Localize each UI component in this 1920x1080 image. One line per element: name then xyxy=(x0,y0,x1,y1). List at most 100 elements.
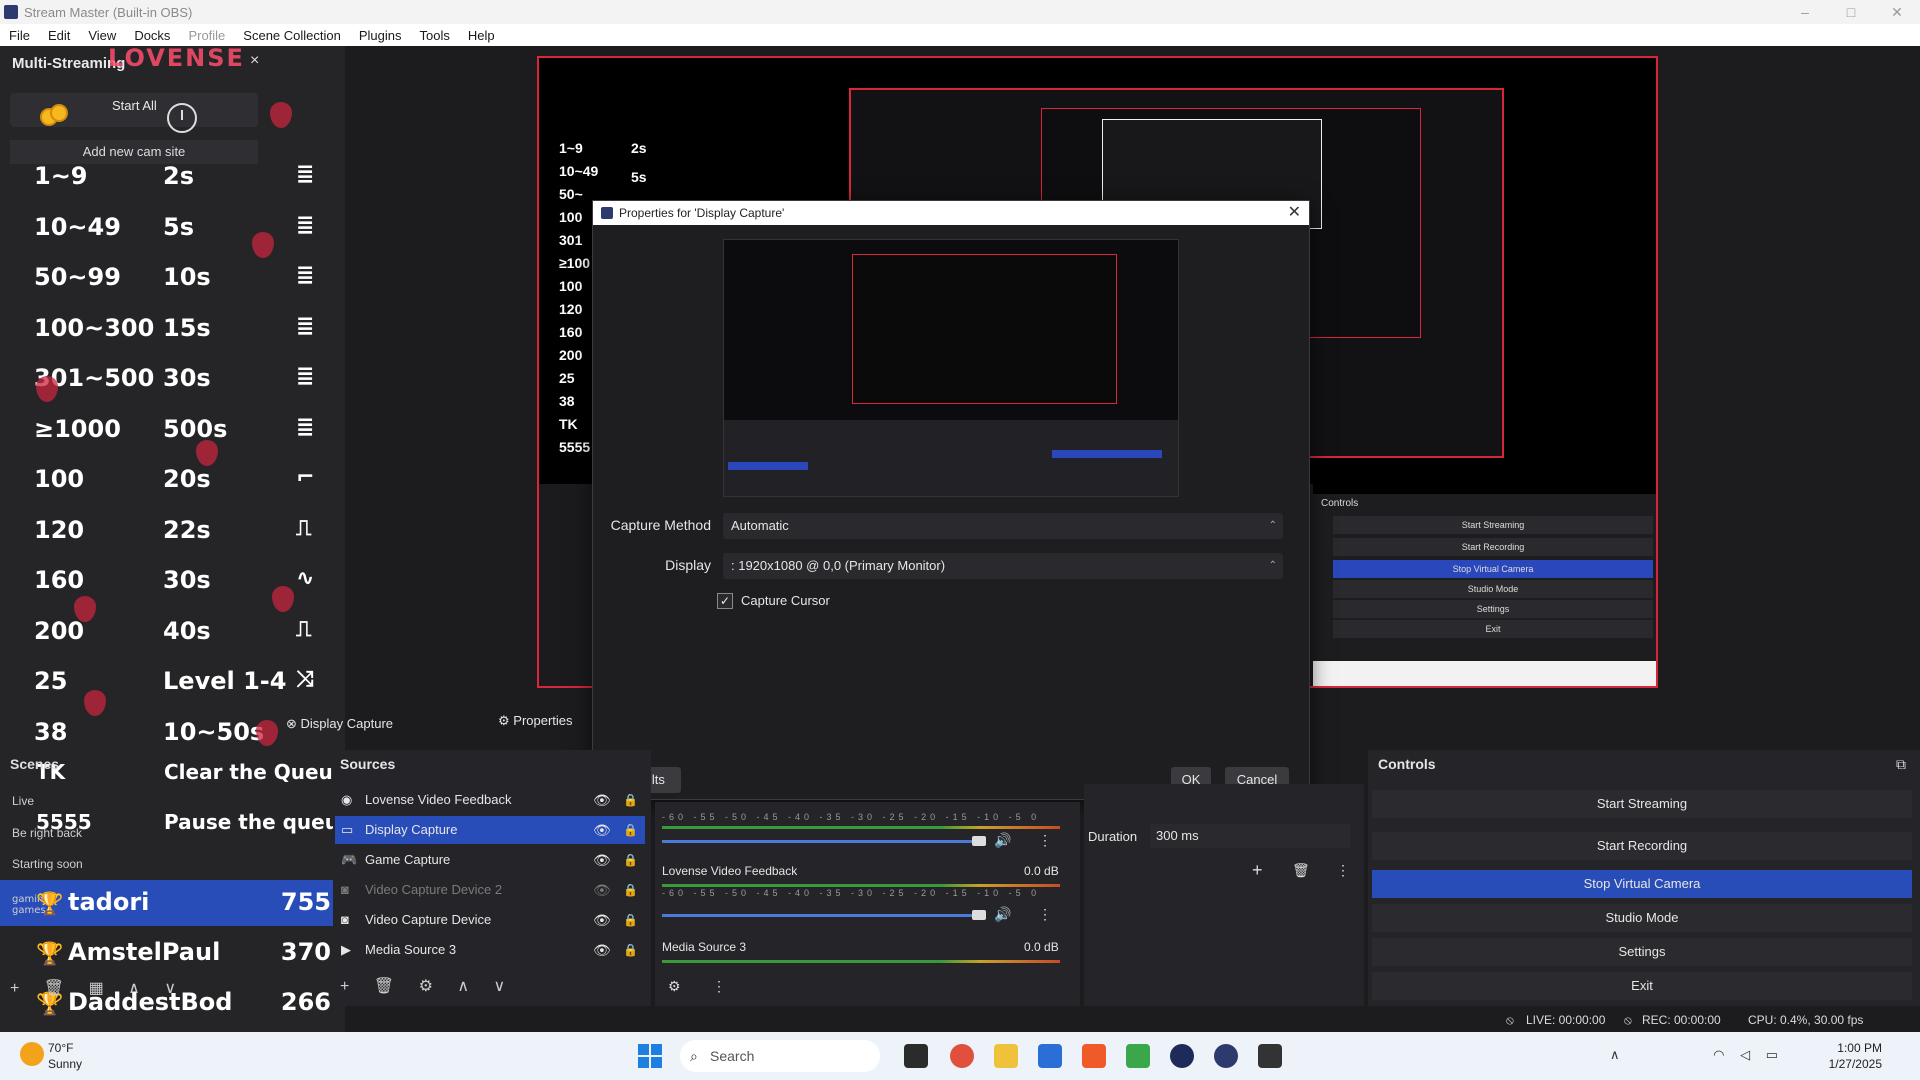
menu-help[interactable]: Help xyxy=(459,28,504,43)
volume-slider[interactable] xyxy=(662,914,982,917)
volume-slider[interactable] xyxy=(662,840,982,843)
lock-icon[interactable]: 🔒 xyxy=(623,906,638,934)
exit-button[interactable]: Exit xyxy=(1372,972,1912,1000)
visibility-eye-icon[interactable]: 👁 xyxy=(593,876,611,904)
maximize-button[interactable]: □ xyxy=(1828,0,1874,24)
volume-slider-knob[interactable] xyxy=(972,836,986,846)
weather-sun-icon[interactable] xyxy=(20,1042,44,1066)
visibility-eye-icon[interactable]: 👁 xyxy=(593,906,611,934)
menu-view[interactable]: View xyxy=(79,28,125,43)
volume-icon[interactable]: ◁ xyxy=(1740,1047,1750,1062)
speaker-icon[interactable]: 🔊 xyxy=(994,906,1011,923)
stop-virtual-camera-button[interactable]: Stop Virtual Camera xyxy=(1372,870,1912,898)
lock-icon[interactable]: 🔒 xyxy=(623,936,638,964)
dialog-close-icon[interactable]: ✕ xyxy=(1288,201,1301,225)
battery-icon[interactable]: ▭ xyxy=(1766,1047,1778,1062)
add-transition-icon[interactable]: + xyxy=(1252,860,1263,881)
close-window-button[interactable]: ✕ xyxy=(1874,0,1920,24)
source-item[interactable]: ◉ Lovense Video Feedback 👁 🔒 xyxy=(335,786,645,814)
clear-queue-button[interactable]: Clear the Queue xyxy=(164,760,346,784)
windows-start-icon[interactable] xyxy=(638,1044,662,1068)
filter-scene-icon[interactable]: ▦ xyxy=(89,980,104,997)
scene-starting-soon[interactable]: Starting soon xyxy=(12,857,83,871)
level-row[interactable]: 25 Level 1-4 ⤨ xyxy=(0,661,340,701)
app-orange-icon[interactable] xyxy=(1082,1044,1106,1068)
obs-icon[interactable] xyxy=(1170,1044,1194,1068)
minimize-button[interactable]: – xyxy=(1782,0,1828,24)
clock-icon[interactable] xyxy=(167,103,197,133)
add-scene-icon[interactable]: + xyxy=(10,980,19,997)
clock[interactable]: 1:00 PM 1/27/2025 xyxy=(1829,1040,1882,1072)
file-explorer-icon[interactable] xyxy=(994,1044,1018,1068)
menu-file[interactable]: File xyxy=(0,28,39,43)
menu-docks[interactable]: Docks xyxy=(125,28,179,43)
source-settings-icon[interactable]: ⚙ xyxy=(419,978,433,995)
display-select[interactable]: : 1920x1080 @ 0,0 (Primary Monitor) ⌃ xyxy=(723,553,1283,579)
mixer-more-icon[interactable]: ⋮ xyxy=(712,978,726,995)
visibility-eye-icon[interactable]: 👁 xyxy=(593,846,611,874)
duration-input[interactable]: 300 ms xyxy=(1150,824,1350,848)
transition-more-icon[interactable]: ⋮ xyxy=(1336,862,1350,879)
chevron-up-icon[interactable]: ∧ xyxy=(1610,1047,1620,1062)
level-row[interactable]: 120 22s ⎍ xyxy=(0,510,340,550)
visibility-eye-icon[interactable]: 👁 xyxy=(593,786,611,814)
source-item[interactable]: ▶ Media Source 3 👁 🔒 xyxy=(335,936,645,964)
start-streaming-button[interactable]: Start Streaming xyxy=(1372,790,1912,818)
visibility-eye-icon[interactable]: 👁 xyxy=(593,936,611,964)
source-item[interactable]: ▭ Display Capture 👁 🔒 xyxy=(335,816,645,844)
capture-cursor-checkbox[interactable]: ✓ xyxy=(717,593,733,609)
studio-mode-button[interactable]: Studio Mode xyxy=(1372,904,1912,932)
pause-queue-button[interactable]: Pause the queue xyxy=(164,810,353,834)
level-row[interactable]: 100 20s ⌐ xyxy=(0,459,340,499)
volume-slider-knob[interactable] xyxy=(972,910,986,920)
remove-scene-icon[interactable]: 🗑 xyxy=(44,980,64,997)
level-row[interactable]: 100~300 15s ≣ xyxy=(0,308,340,348)
source-item[interactable]: ◙ Video Capture Device 2 👁 🔒 xyxy=(335,876,645,904)
visibility-eye-icon[interactable]: 👁 xyxy=(593,816,611,844)
menu-edit[interactable]: Edit xyxy=(39,28,79,43)
more-options-icon[interactable]: ⋮ xyxy=(1038,832,1052,849)
app-dark-icon[interactable] xyxy=(1258,1044,1282,1068)
wifi-icon[interactable]: ◠ xyxy=(1713,1047,1724,1062)
menu-tools[interactable]: Tools xyxy=(411,28,459,43)
lock-icon[interactable]: 🔒 xyxy=(623,816,638,844)
source-item[interactable]: 🎮 Game Capture 👁 🔒 xyxy=(335,846,645,874)
undock-icon[interactable]: ⧉ xyxy=(1896,756,1906,773)
source-item[interactable]: ◙ Video Capture Device 👁 🔒 xyxy=(335,906,645,934)
level-row[interactable]: 50~99 10s ≣ xyxy=(0,257,340,297)
capture-method-select[interactable]: Automatic ⌃ xyxy=(723,513,1283,539)
start-recording-button[interactable]: Start Recording xyxy=(1372,832,1912,860)
move-down-icon[interactable]: ∨ xyxy=(164,980,176,997)
level-row[interactable]: 200 40s ⎍ xyxy=(0,611,340,651)
multistream-close-icon[interactable]: × xyxy=(250,52,259,70)
menu-profile[interactable]: Profile xyxy=(179,28,234,43)
level-row[interactable]: 10~49 5s ≣ xyxy=(0,207,340,247)
taskbar-search[interactable]: ⌕ Search xyxy=(680,1040,880,1072)
scene-be-right-back[interactable]: Be right back xyxy=(12,826,82,840)
move-down-icon[interactable]: ∨ xyxy=(494,978,506,995)
move-up-icon[interactable]: ∧ xyxy=(128,980,140,997)
remove-transition-icon[interactable]: 🗑 xyxy=(1292,862,1310,879)
lock-icon[interactable]: 🔒 xyxy=(623,876,638,904)
add-source-icon[interactable]: + xyxy=(340,978,349,995)
level-row[interactable]: 1~9 2s ≣ xyxy=(0,156,340,196)
app-green-icon[interactable] xyxy=(1126,1044,1150,1068)
settings-button[interactable]: Settings xyxy=(1372,938,1912,966)
speaker-icon[interactable]: 🔊 xyxy=(994,832,1011,849)
menu-plugins[interactable]: Plugins xyxy=(350,28,411,43)
store-icon[interactable] xyxy=(1038,1044,1062,1068)
move-up-icon[interactable]: ∧ xyxy=(457,978,469,995)
task-view-icon[interactable] xyxy=(904,1044,928,1068)
lock-icon[interactable]: 🔒 xyxy=(623,786,638,814)
properties-button[interactable]: ⚙ Properties xyxy=(498,713,573,729)
menu-scene-collection[interactable]: Scene Collection xyxy=(234,28,350,43)
mixer-settings-icon[interactable]: ⚙ xyxy=(668,978,681,995)
scene-live[interactable]: Live xyxy=(12,794,34,808)
lock-icon[interactable]: 🔒 xyxy=(623,846,638,874)
more-options-icon[interactable]: ⋮ xyxy=(1038,906,1052,923)
chrome-icon[interactable] xyxy=(950,1044,974,1068)
remove-source-icon[interactable]: 🗑 xyxy=(374,978,394,995)
weather-widget[interactable]: 70°F Sunny xyxy=(48,1040,82,1072)
level-row[interactable]: ≥1000 500s ≣ xyxy=(0,409,340,449)
stream-master-icon[interactable] xyxy=(1214,1044,1238,1068)
